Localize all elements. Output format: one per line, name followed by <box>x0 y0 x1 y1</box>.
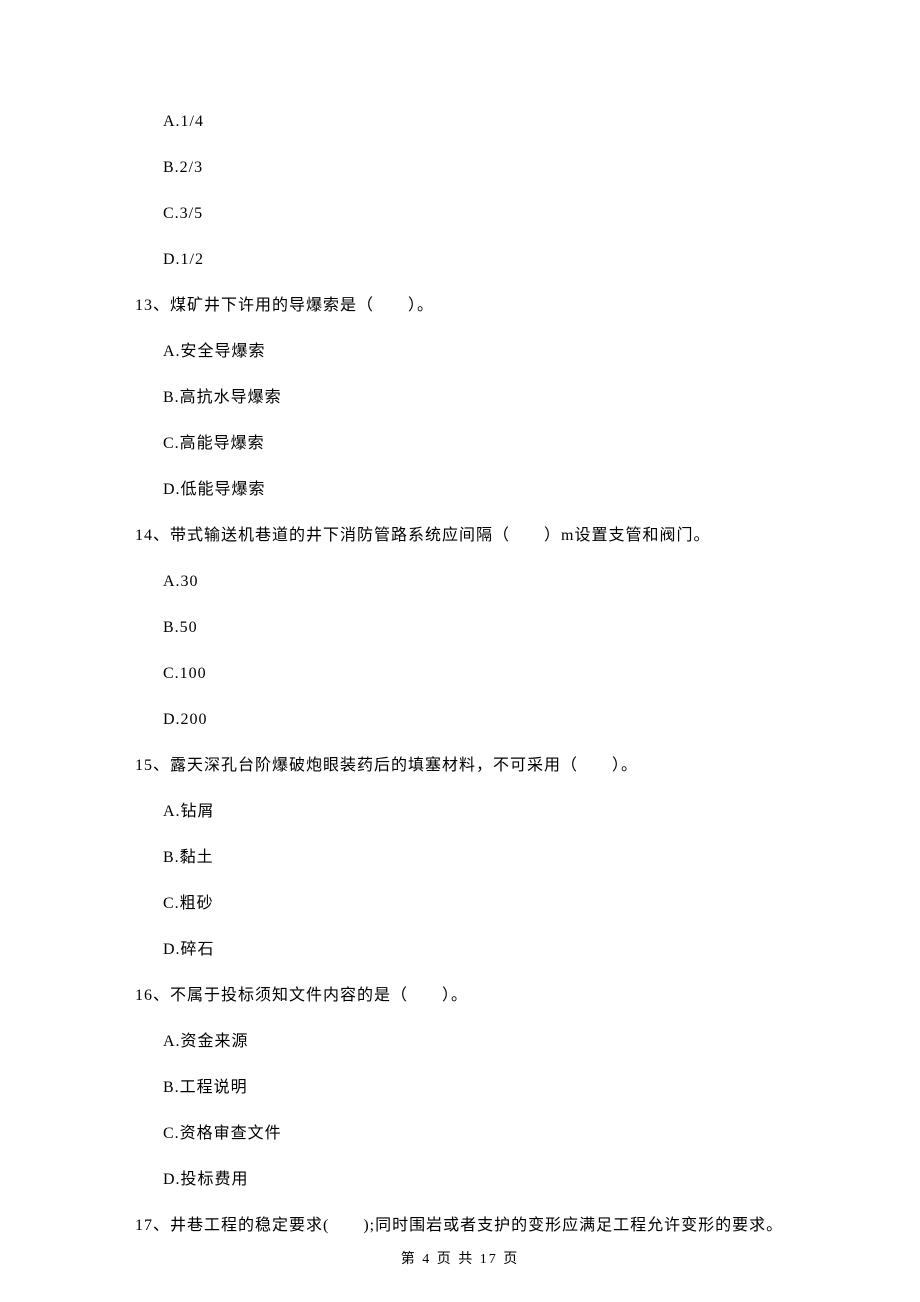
q16-option-c: C.资格审查文件 <box>163 1122 785 1146</box>
q17-stem: 17、井巷工程的稳定要求( );同时围岩或者支护的变形应满足工程允许变形的要求。 <box>135 1214 785 1238</box>
q16-option-a: A.资金来源 <box>163 1030 785 1054</box>
q15-option-b: B.黏土 <box>163 846 785 870</box>
q14-option-c: C.100 <box>163 662 785 686</box>
q14-option-b: B.50 <box>163 616 785 640</box>
q14-option-d: D.200 <box>163 708 785 732</box>
q15-option-d: D.碎石 <box>163 938 785 962</box>
q13-stem: 13、煤矿井下许用的导爆索是（ ）。 <box>135 294 785 318</box>
q12-option-c: C.3/5 <box>163 202 785 226</box>
q14-stem: 14、带式输送机巷道的井下消防管路系统应间隔（ ）m设置支管和阀门。 <box>135 524 785 548</box>
q15-option-c: C.粗砂 <box>163 892 785 916</box>
q16-option-b: B.工程说明 <box>163 1076 785 1100</box>
q15-stem: 15、露天深孔台阶爆破炮眼装药后的填塞材料，不可采用（ ）。 <box>135 754 785 778</box>
q12-option-d: D.1/2 <box>163 248 785 272</box>
q13-option-b: B.高抗水导爆索 <box>163 386 785 410</box>
page-footer: 第 4 页 共 17 页 <box>0 1249 920 1270</box>
q12-option-b: B.2/3 <box>163 156 785 180</box>
q13-option-c: C.高能导爆索 <box>163 432 785 456</box>
q16-stem: 16、不属于投标须知文件内容的是（ ）。 <box>135 984 785 1008</box>
q12-option-a: A.1/4 <box>163 110 785 134</box>
q15-option-a: A.钻屑 <box>163 800 785 824</box>
q13-option-d: D.低能导爆索 <box>163 478 785 502</box>
q13-option-a: A.安全导爆索 <box>163 340 785 364</box>
q14-option-a: A.30 <box>163 570 785 594</box>
q16-option-d: D.投标费用 <box>163 1168 785 1192</box>
